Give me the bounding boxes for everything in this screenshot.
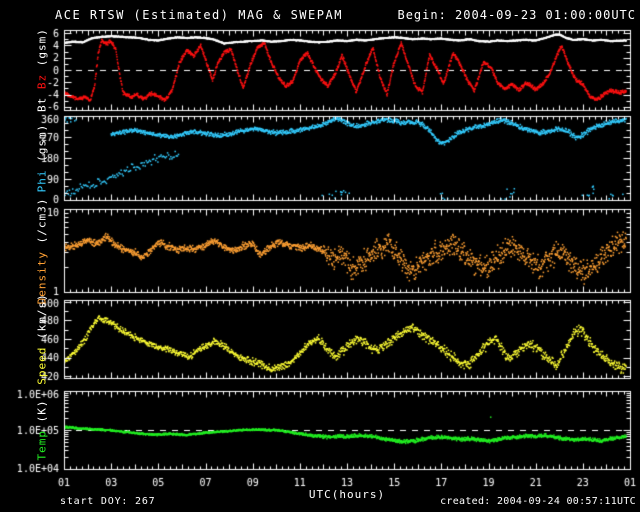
y-axis-label-part: Phi [35,169,49,193]
y-axis-label-density: Density (/cm3) [36,197,49,304]
begin-timestamp: Begin: 2004-09-23 01:00:00UTC [397,8,636,22]
y-axis-label-part: (/cm3) [35,197,49,251]
created-timestamp: created: 2004-09-24 00:57:11UTC [440,496,636,507]
chart-canvas [0,0,640,512]
y-axis-label-part: (gsm) [35,123,49,170]
y-axis-label-speed: Speed (km/s) [36,293,49,384]
y-axis-label-temp: Temp (K) [36,400,49,461]
ace-rtsw-plot: ACE RTSW (Estimated) MAG & SWEPAM Begin:… [0,0,640,512]
y-axis-label-part: (gsm) [35,28,49,74]
chart-title: ACE RTSW (Estimated) MAG & SWEPAM [55,8,343,22]
y-axis-label-part: Temp [35,430,49,461]
y-axis-label-part: Speed [35,346,49,385]
start-doy-label: start DOY: 267 [60,496,156,507]
y-axis-label-mag: Bt Bz (gsm) [36,28,49,112]
y-axis-label-phi: Phi (gsm) [36,124,49,193]
x-axis-label: UTC(hours) [308,488,386,501]
y-axis-label-part: (km/s) [35,293,49,347]
y-axis-label-part: Bt [35,96,49,112]
y-axis-label-part: Bz [35,73,49,97]
y-axis-label-part: (K) [35,399,49,430]
